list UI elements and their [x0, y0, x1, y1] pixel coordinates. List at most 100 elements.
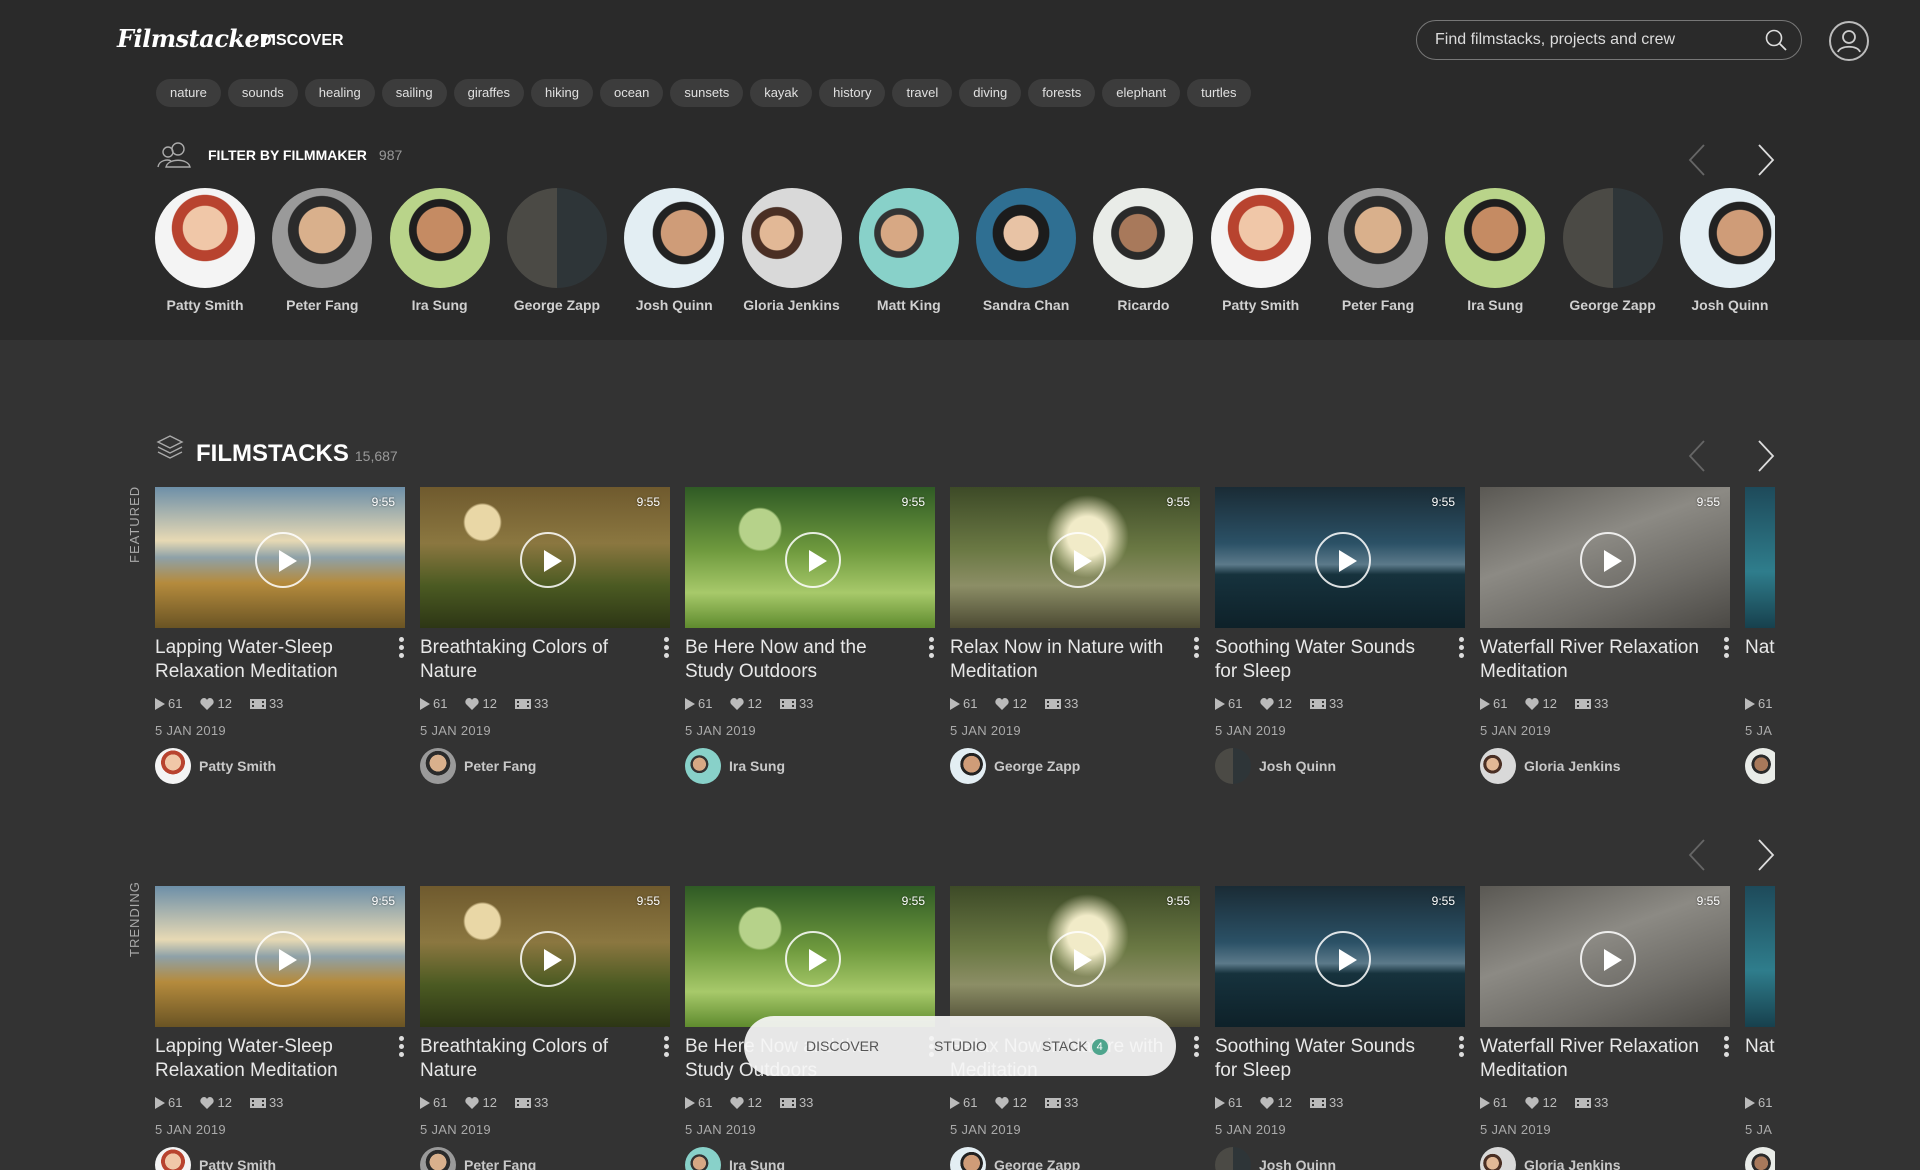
filmmaker-item[interactable]: Josh Quinn	[1679, 188, 1775, 313]
filmstack-owner[interactable]: George Zapp	[950, 1147, 1200, 1170]
featured-next-arrow[interactable]	[1752, 436, 1780, 476]
filmstack-thumbnail[interactable]: 9:55	[685, 886, 935, 1027]
filmstack-title[interactable]: Soothing Water Sounds for Sleep	[1215, 1035, 1440, 1083]
filmstack-owner[interactable]: Peter Fang	[420, 748, 670, 784]
filmstack-owner[interactable]	[1745, 748, 1775, 784]
filmstack-thumbnail[interactable]: 9:55	[420, 886, 670, 1027]
play-icon[interactable]	[1050, 931, 1106, 987]
filmstack-title[interactable]: Nat Sin	[1745, 636, 1775, 684]
filmstack-card[interactable]: 9:55 Be Here Now and the Study Outdoors 61…	[685, 487, 935, 784]
bottom-nav-stack[interactable]: STACK 4	[1042, 1038, 1108, 1055]
filmstack-owner[interactable]: Josh Quinn	[1215, 1147, 1465, 1170]
tag-chip[interactable]: healing	[304, 79, 375, 107]
play-icon[interactable]	[785, 532, 841, 588]
user-icon[interactable]	[1829, 21, 1869, 61]
filmstack-thumbnail[interactable]: 9:55	[685, 487, 935, 628]
more-options-icon[interactable]	[1194, 1036, 1200, 1062]
search-icon[interactable]	[1765, 29, 1787, 51]
filmstack-card[interactable]: Nat Sin 61 5 JA	[1745, 886, 1775, 1170]
filmstack-card[interactable]: 9:55 Lapping Water-Sleep Relaxation Medit…	[155, 487, 405, 784]
filmmaker-item[interactable]: Ira Sung	[1445, 188, 1546, 313]
filmstack-thumbnail[interactable]: 9:55	[155, 487, 405, 628]
search-input[interactable]	[1435, 31, 1765, 49]
bottom-nav-studio[interactable]: STUDIO	[934, 1038, 987, 1054]
filmstack-title[interactable]: Breathtaking Colors of Nature	[420, 636, 645, 684]
filmmaker-item[interactable]: Josh Quinn	[624, 188, 725, 313]
play-icon[interactable]	[1580, 931, 1636, 987]
nav-discover[interactable]: DISCOVER	[260, 32, 344, 50]
filmmaker-item[interactable]: Gloria Jenkins	[741, 188, 842, 313]
filmstack-owner[interactable]: Patty Smith	[155, 748, 405, 784]
filmstack-card[interactable]: 9:55 Soothing Water Sounds for Sleep 61 12 3…	[1215, 487, 1465, 784]
bottom-nav-discover[interactable]: DISCOVER	[806, 1038, 879, 1054]
filmmakers-prev-arrow[interactable]	[1683, 140, 1711, 180]
play-icon[interactable]	[255, 532, 311, 588]
filmstack-card[interactable]: 9:55 Breathtaking Colors of Nature 61 12 33 5…	[420, 487, 670, 784]
play-icon[interactable]	[1315, 931, 1371, 987]
filmstack-thumbnail[interactable]: 9:55	[1215, 886, 1465, 1027]
filmstack-card[interactable]: 9:55 Soothing Water Sounds for Sleep 61 12 3…	[1215, 886, 1465, 1170]
more-options-icon[interactable]	[399, 637, 405, 663]
filmmaker-item[interactable]: Patty Smith	[1210, 188, 1311, 313]
tag-chip[interactable]: forests	[1028, 79, 1096, 107]
filmstack-thumbnail[interactable]	[1745, 886, 1775, 1027]
more-options-icon[interactable]	[399, 1036, 405, 1062]
play-icon[interactable]	[520, 931, 576, 987]
featured-prev-arrow[interactable]	[1683, 436, 1711, 476]
tag-chip[interactable]: travel	[892, 79, 953, 107]
more-options-icon[interactable]	[1724, 637, 1730, 663]
filmstack-thumbnail[interactable]	[1745, 487, 1775, 628]
filmstack-title[interactable]: Breathtaking Colors of Nature	[420, 1035, 645, 1083]
filmstack-title[interactable]: Relax Now in Nature with Meditation	[950, 636, 1175, 684]
trending-next-arrow[interactable]	[1752, 835, 1780, 875]
filmstack-owner[interactable]: Gloria Jenkins	[1480, 748, 1730, 784]
filmstack-title[interactable]: Lapping Water-Sleep Relaxation Meditatio…	[155, 1035, 380, 1083]
filmstack-title[interactable]: Lapping Water-Sleep Relaxation Meditatio…	[155, 636, 380, 684]
filmstack-owner[interactable]: Ira Sung	[685, 748, 935, 784]
filmstack-owner[interactable]: Gloria Jenkins	[1480, 1147, 1730, 1170]
filmmaker-item[interactable]: George Zapp	[506, 188, 607, 313]
filmmaker-item[interactable]: Matt King	[858, 188, 959, 313]
filmstack-title[interactable]: Waterfall River Relaxation Meditation	[1480, 1035, 1705, 1083]
filmstack-owner[interactable]: Peter Fang	[420, 1147, 670, 1170]
play-icon[interactable]	[785, 931, 841, 987]
tag-chip[interactable]: hiking	[531, 79, 593, 107]
filmstack-thumbnail[interactable]: 9:55	[1480, 886, 1730, 1027]
filmstack-card[interactable]: Nat Sin 61 5 JA	[1745, 487, 1775, 784]
play-icon[interactable]	[1580, 532, 1636, 588]
filmstack-thumbnail[interactable]: 9:55	[420, 487, 670, 628]
filmstack-card[interactable]: 9:55 Breathtaking Colors of Nature 61 12 33 5…	[420, 886, 670, 1170]
tag-chip[interactable]: history	[819, 79, 886, 107]
more-options-icon[interactable]	[1459, 1036, 1465, 1062]
filmstack-card[interactable]: 9:55 Lapping Water-Sleep Relaxation Medit…	[155, 886, 405, 1170]
tag-chip[interactable]: diving	[959, 79, 1022, 107]
tag-chip[interactable]: elephant	[1102, 79, 1181, 107]
tag-chip[interactable]: kayak	[750, 79, 813, 107]
filmstack-owner[interactable]	[1745, 1147, 1775, 1170]
tag-chip[interactable]: sounds	[227, 79, 298, 107]
play-icon[interactable]	[1050, 532, 1106, 588]
more-options-icon[interactable]	[1459, 637, 1465, 663]
filmstack-thumbnail[interactable]: 9:55	[950, 886, 1200, 1027]
filmmaker-item[interactable]: Peter Fang	[1328, 188, 1428, 313]
filmmakers-next-arrow[interactable]	[1752, 140, 1780, 180]
tag-chip[interactable]: giraffes	[453, 79, 524, 107]
filmmaker-item[interactable]: Sandra Chan	[976, 188, 1077, 313]
filmmaker-item[interactable]: George Zapp	[1562, 188, 1663, 313]
filmstack-owner[interactable]: Patty Smith	[155, 1147, 405, 1170]
filmstack-thumbnail[interactable]: 9:55	[1480, 487, 1730, 628]
play-icon[interactable]	[255, 931, 311, 987]
filmstack-owner[interactable]: Josh Quinn	[1215, 748, 1465, 784]
tag-chip[interactable]: turtles	[1187, 79, 1251, 107]
tag-chip[interactable]: sunsets	[670, 79, 744, 107]
filmstack-thumbnail[interactable]: 9:55	[950, 487, 1200, 628]
tag-chip[interactable]: nature	[156, 79, 221, 107]
filmstack-card[interactable]: 9:55 Waterfall River Relaxation Meditatio…	[1480, 487, 1730, 784]
more-options-icon[interactable]	[1194, 637, 1200, 663]
filmstack-card[interactable]: 9:55 Relax Now in Nature with Meditation 6…	[950, 487, 1200, 784]
more-options-icon[interactable]	[929, 637, 935, 663]
filmstack-owner[interactable]: Ira Sung	[685, 1147, 935, 1170]
more-options-icon[interactable]	[664, 1036, 670, 1062]
filmstack-card[interactable]: 9:55 Waterfall River Relaxation Meditatio…	[1480, 886, 1730, 1170]
filmstack-title[interactable]: Be Here Now and the Study Outdoors	[685, 636, 910, 684]
